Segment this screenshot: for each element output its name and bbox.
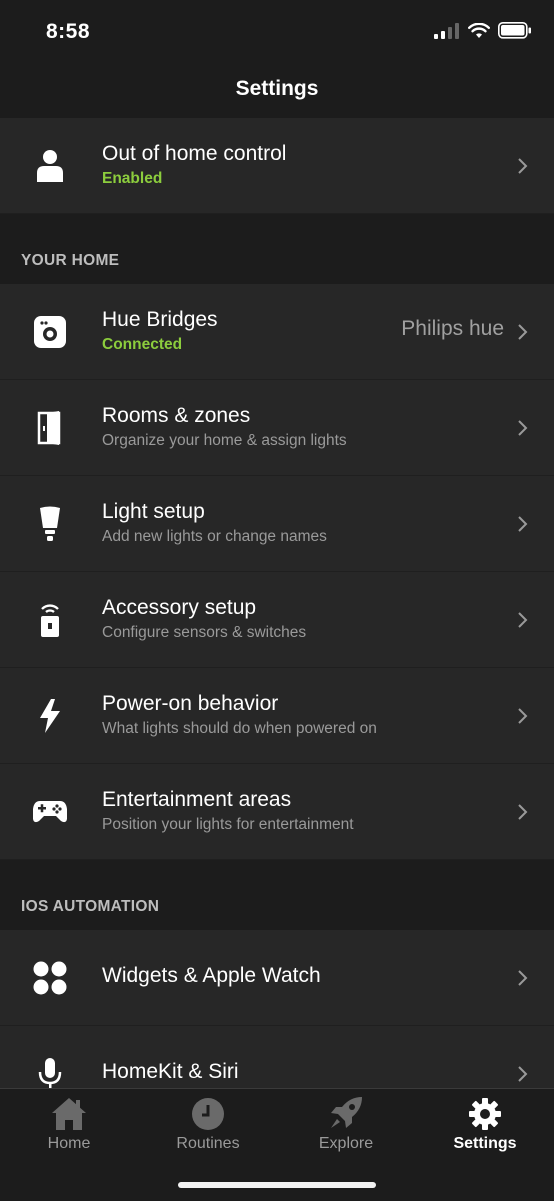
row-status: Enabled — [102, 170, 163, 187]
remote-icon — [30, 600, 70, 640]
house-icon — [52, 1098, 86, 1130]
light-setup-row[interactable]: Light setup Add new lights or change nam… — [0, 476, 554, 572]
homekit-siri-row[interactable]: HomeKit & Siri — [0, 1026, 554, 1088]
chevron-right-icon — [518, 420, 528, 436]
entertainment-areas-row[interactable]: Entertainment areas Position your lights… — [0, 764, 554, 860]
widgets-apple-watch-row[interactable]: Widgets & Apple Watch — [0, 930, 554, 1026]
power-on-behavior-row[interactable]: Power-on behavior What lights should do … — [0, 668, 554, 764]
accessory-setup-row[interactable]: Accessory setup Configure sensors & swit… — [0, 572, 554, 668]
tab-home[interactable]: Home — [9, 1095, 129, 1153]
chevron-right-icon — [518, 324, 528, 340]
clock-icon — [192, 1098, 224, 1130]
tab-label: Settings — [453, 1135, 517, 1152]
chevron-right-icon — [518, 612, 528, 628]
chevron-right-icon — [518, 1066, 528, 1082]
chevron-right-icon — [518, 158, 528, 174]
widgets-icon — [30, 958, 70, 998]
status-icons — [434, 22, 532, 39]
tab-label: Routines — [176, 1135, 240, 1152]
rocket-icon — [331, 1097, 362, 1128]
section-label: YOUR HOME — [21, 252, 120, 269]
page-title: Settings — [235, 77, 319, 100]
status-bar: 8:58 — [0, 0, 554, 66]
chevron-right-icon — [518, 708, 528, 724]
row-title: Accessory setup — [102, 596, 257, 619]
hue-bridges-row[interactable]: Hue Bridges Connected Philips hue — [0, 284, 554, 380]
signal-icon — [434, 22, 459, 39]
section-label: IOS AUTOMATION — [21, 898, 160, 915]
tab-settings[interactable]: Settings — [425, 1095, 545, 1153]
chevron-right-icon — [518, 516, 528, 532]
chevron-right-icon — [518, 804, 528, 820]
out-of-home-control-row[interactable]: Out of home control Enabled — [0, 118, 554, 214]
row-title: Out of home control — [102, 142, 287, 165]
person-icon — [30, 146, 70, 186]
settings-list[interactable]: Out of home control Enabled YOUR HOME Hu… — [0, 118, 554, 1088]
bridge-icon — [30, 312, 70, 352]
microphone-icon — [30, 1054, 70, 1088]
row-subtitle: Position your lights for entertainment — [102, 816, 354, 833]
row-subtitle: Configure sensors & switches — [102, 624, 307, 641]
section-your-home: YOUR HOME — [0, 214, 554, 284]
row-status: Connected — [102, 336, 183, 353]
row-title: Entertainment areas — [102, 788, 292, 811]
row-title: Rooms & zones — [102, 404, 251, 427]
section-ios-automation: IOS AUTOMATION — [0, 860, 554, 930]
tab-label: Home — [47, 1135, 91, 1152]
battery-icon — [498, 22, 531, 39]
row-title: Widgets & Apple Watch — [102, 964, 321, 987]
tab-routines[interactable]: Routines — [148, 1095, 268, 1153]
door-icon — [30, 408, 70, 448]
chevron-right-icon — [518, 970, 528, 986]
lightning-icon — [30, 696, 70, 736]
row-title: HomeKit & Siri — [102, 1060, 239, 1083]
nav-header: Settings — [0, 66, 554, 114]
gamepad-icon — [30, 792, 70, 832]
row-title: Hue Bridges — [102, 308, 218, 331]
bulb-icon — [30, 504, 70, 544]
bridge-name-value: Philips hue — [401, 317, 504, 340]
home-indicator[interactable] — [178, 1182, 376, 1188]
row-subtitle: Organize your home & assign lights — [102, 432, 347, 449]
row-title: Power-on behavior — [102, 692, 279, 715]
tab-label: Explore — [318, 1135, 374, 1152]
rooms-zones-row[interactable]: Rooms & zones Organize your home & assig… — [0, 380, 554, 476]
tab-explore[interactable]: Explore — [286, 1095, 406, 1153]
gear-icon — [469, 1098, 501, 1130]
wifi-icon — [468, 22, 490, 38]
row-subtitle: Add new lights or change names — [102, 528, 327, 545]
row-subtitle: What lights should do when powered on — [102, 720, 377, 737]
status-time: 8:58 — [46, 20, 91, 43]
row-title: Light setup — [102, 500, 205, 523]
